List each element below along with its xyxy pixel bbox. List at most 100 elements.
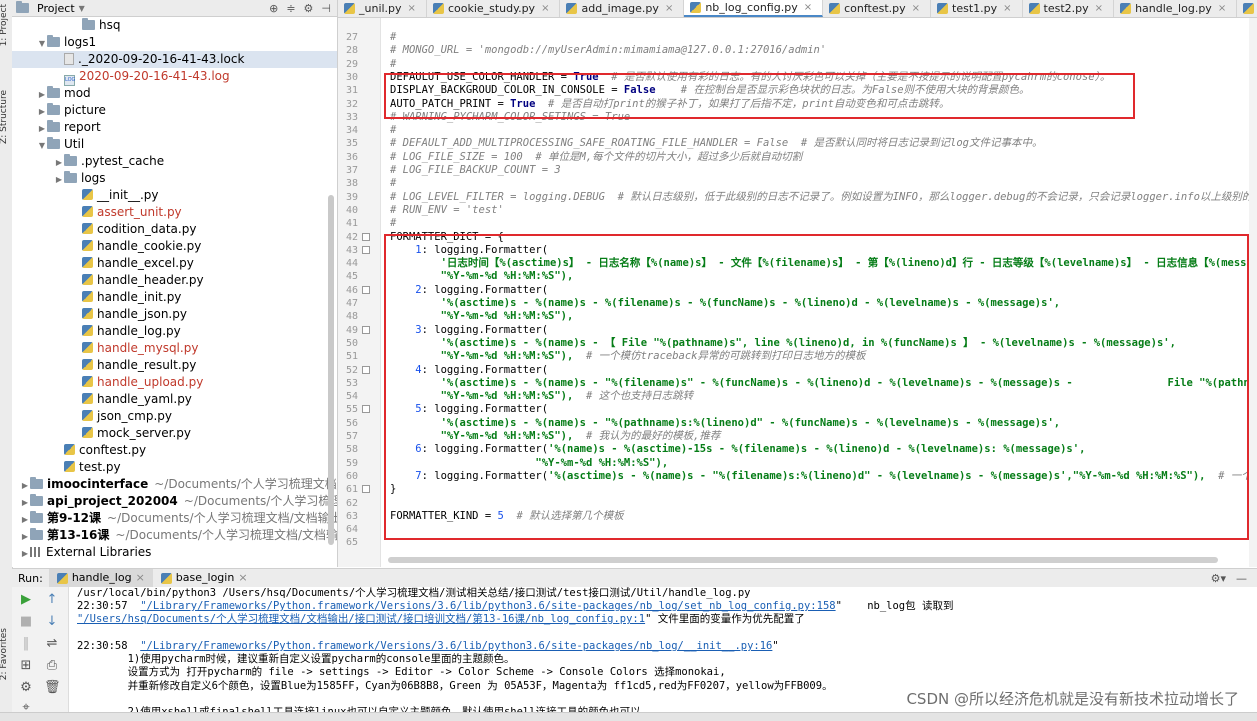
settings-gear-icon[interactable]: ⚙ bbox=[304, 2, 314, 15]
tree-item[interactable]: ▼ Util bbox=[12, 136, 337, 153]
tree-item[interactable]: hsq bbox=[12, 17, 337, 34]
run-hide-icon[interactable]: — bbox=[1236, 572, 1247, 585]
tree-item[interactable]: ▶ report bbox=[12, 119, 337, 136]
tree-item[interactable]: ▶ 第13-16课 ~/Documents/个人学习梳理文档/文档输 bbox=[12, 527, 337, 544]
fold-marker-icon[interactable] bbox=[362, 405, 370, 414]
tree-item[interactable]: handle_yaml.py bbox=[12, 391, 337, 408]
locate-file-icon[interactable]: ⊕ bbox=[269, 2, 278, 15]
close-tab-icon[interactable]: × bbox=[912, 1, 920, 17]
project-panel-title[interactable]: Project bbox=[37, 2, 75, 15]
structure-tool-tab[interactable]: Z: Structure bbox=[0, 90, 9, 144]
editor-tab[interactable]: _unil.py × bbox=[338, 0, 427, 17]
console-file-link[interactable]: "/Users/hsq/Documents/个人学习梳理文档/文档输出/接口测试… bbox=[77, 613, 645, 625]
tree-item[interactable]: ▶ api_project_202004 ~/Documents/个人学习梳理文 bbox=[12, 493, 337, 510]
close-tab-icon[interactable]: × bbox=[408, 1, 416, 17]
chevron-right-icon[interactable]: ▶ bbox=[54, 154, 64, 171]
tree-item[interactable]: ▶ External Libraries bbox=[12, 544, 337, 561]
editor-horizontal-scrollbar[interactable] bbox=[388, 557, 1218, 563]
project-view-dropdown-icon[interactable]: ▼ bbox=[79, 4, 85, 13]
close-tab-icon[interactable]: × bbox=[1003, 1, 1011, 17]
fold-marker-icon[interactable] bbox=[362, 325, 370, 334]
close-tab-icon[interactable]: × bbox=[1218, 1, 1226, 17]
tree-item[interactable]: handle_upload.py bbox=[12, 374, 337, 391]
tree-item[interactable]: ▶ picture bbox=[12, 102, 337, 119]
soft-wrap-icon[interactable]: ⇌ bbox=[44, 636, 60, 652]
tree-item[interactable]: test.py bbox=[12, 459, 337, 476]
tree-item[interactable]: handle_log.py bbox=[12, 323, 337, 340]
tree-item[interactable]: handle_header.py bbox=[12, 272, 337, 289]
chevron-right-icon[interactable]: ▶ bbox=[37, 120, 47, 137]
editor-tab[interactable]: nb_log_config.py × bbox=[684, 0, 824, 17]
tree-item[interactable]: ▶ .pytest_cache bbox=[12, 153, 337, 170]
project-tool-tab[interactable]: 1: Project bbox=[0, 4, 9, 46]
tree-item[interactable]: json_cmp.py bbox=[12, 408, 337, 425]
close-tab-icon[interactable]: × bbox=[541, 1, 549, 17]
fold-marker-icon[interactable] bbox=[362, 232, 370, 241]
editor-tab[interactable]: cookie_study.py × bbox=[427, 0, 561, 17]
tree-item[interactable]: assert_unit.py bbox=[12, 204, 337, 221]
tree-item[interactable]: handle_json.py bbox=[12, 306, 337, 323]
chevron-right-icon[interactable]: ▶ bbox=[54, 171, 64, 188]
console-file-link[interactable]: "/Library/Frameworks/Python.framework/Ve… bbox=[140, 640, 772, 652]
editor-tab[interactable]: handle_log.py × bbox=[1114, 0, 1238, 17]
chevron-right-icon[interactable]: ▶ bbox=[20, 511, 30, 528]
tree-item[interactable]: ▼ logs1 bbox=[12, 34, 337, 51]
run-tab[interactable]: handle_log × bbox=[48, 569, 153, 587]
run-settings-gear-icon[interactable]: ⚙▾ bbox=[1211, 572, 1226, 585]
tree-item[interactable]: ▶ mod bbox=[12, 85, 337, 102]
tree-item[interactable]: ._2020-09-20-16-41-43.lock bbox=[12, 51, 337, 68]
tree-item[interactable]: mock_server.py bbox=[12, 425, 337, 442]
chevron-right-icon[interactable]: ▶ bbox=[37, 86, 47, 103]
fold-marker-icon[interactable] bbox=[362, 365, 370, 374]
tree-item[interactable]: handle_cookie.py bbox=[12, 238, 337, 255]
tree-item[interactable]: handle_excel.py bbox=[12, 255, 337, 272]
print-icon[interactable]: ⎙ bbox=[44, 658, 60, 674]
chevron-right-icon[interactable]: ▶ bbox=[20, 528, 30, 545]
tree-item[interactable]: conftest.py bbox=[12, 442, 337, 459]
tree-item[interactable]: codition_data.py bbox=[12, 221, 337, 238]
editor-tab[interactable]: test1.py × bbox=[931, 0, 1023, 17]
tree-item[interactable]: __init__.py bbox=[12, 187, 337, 204]
project-tree-scrollbar[interactable] bbox=[328, 195, 334, 545]
tree-item[interactable]: LOG 2020-09-20-16-41-43.log bbox=[12, 68, 337, 86]
editor-tab[interactable]: conftest.py × bbox=[823, 0, 932, 17]
chevron-right-icon[interactable]: ▶ bbox=[20, 494, 30, 511]
close-run-tab-icon[interactable]: × bbox=[238, 569, 247, 587]
rerun-play-icon[interactable]: ▶ bbox=[18, 592, 34, 608]
tree-item[interactable]: handle_mysql.py bbox=[12, 340, 337, 357]
tree-item[interactable]: ▶ 第9-12课 ~/Documents/个人学习梳理文档/文档输出 bbox=[12, 510, 337, 527]
close-tab-icon[interactable]: × bbox=[1095, 1, 1103, 17]
collapse-all-icon[interactable]: ≑ bbox=[286, 2, 295, 15]
editor-vertical-scrollbar[interactable] bbox=[1249, 18, 1257, 567]
stop-square-icon[interactable]: ■ bbox=[18, 614, 34, 630]
close-run-tab-icon[interactable]: × bbox=[136, 569, 145, 587]
chevron-right-icon[interactable]: ▶ bbox=[20, 545, 30, 562]
tree-item[interactable]: ▶ imoocinterface ~/Documents/个人学习梳理文档/文 bbox=[12, 476, 337, 493]
tree-item[interactable]: handle_result.py bbox=[12, 357, 337, 374]
editor-tab[interactable]: test2.py × bbox=[1023, 0, 1115, 17]
trash-icon[interactable]: 🗑 bbox=[44, 680, 61, 696]
chevron-right-icon[interactable]: ▶ bbox=[37, 103, 47, 120]
chevron-down-icon[interactable]: ▼ bbox=[37, 35, 47, 52]
hide-panel-icon[interactable]: ⊣ bbox=[321, 2, 331, 15]
code-editor[interactable]: 27 28 29 30 31 32 33 34 35 36 37 38 39 40 41 42 43 44 45 46… bbox=[338, 18, 1257, 567]
pause-icon[interactable]: ‖ bbox=[18, 636, 34, 652]
run-tab[interactable]: base_login × bbox=[153, 569, 256, 587]
favorites-tool-tab[interactable]: 2: Favorites bbox=[0, 628, 9, 680]
console-file-link[interactable]: "/Library/Frameworks/Python.framework/Ve… bbox=[140, 600, 835, 612]
chevron-down-icon[interactable]: ▼ bbox=[37, 137, 47, 154]
tree-item[interactable]: ▶ logs bbox=[12, 170, 337, 187]
chevron-right-icon[interactable]: ▶ bbox=[20, 477, 30, 494]
close-tab-icon[interactable]: × bbox=[665, 1, 673, 17]
scroll-down-arrow-icon[interactable]: ↓ bbox=[44, 614, 60, 630]
fold-marker-icon[interactable] bbox=[362, 285, 370, 294]
dump-threads-icon[interactable]: ⊞ bbox=[18, 658, 34, 674]
fold-marker-icon[interactable] bbox=[362, 245, 370, 254]
editor-tab[interactable]: add_image.py × bbox=[560, 0, 685, 17]
fold-marker-icon[interactable] bbox=[362, 485, 370, 494]
close-tab-icon[interactable]: × bbox=[804, 0, 812, 16]
tree-item[interactable]: handle_init.py bbox=[12, 289, 337, 306]
editor-tab[interactable]: log_manager.py× bbox=[1237, 0, 1257, 17]
scroll-up-arrow-icon[interactable]: ↑ bbox=[44, 592, 60, 608]
settings-icon[interactable]: ⚙ bbox=[18, 680, 34, 696]
